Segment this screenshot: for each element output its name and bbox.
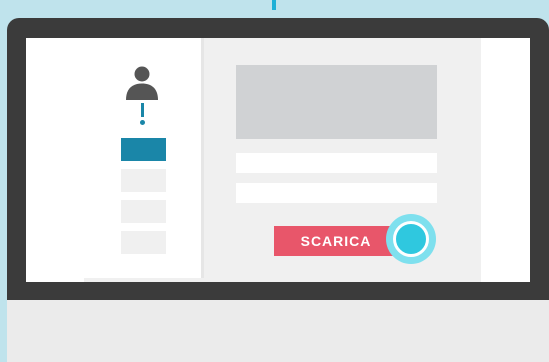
user-silhouette-icon[interactable] bbox=[124, 64, 160, 100]
text-field[interactable] bbox=[236, 183, 437, 203]
tab-notch bbox=[141, 196, 151, 200]
exclamation-dot bbox=[140, 120, 145, 125]
sidebar-item-active[interactable] bbox=[121, 134, 166, 161]
top-indicator bbox=[272, 0, 276, 10]
tab-notch bbox=[141, 227, 151, 231]
text-field[interactable] bbox=[236, 153, 437, 173]
image-placeholder bbox=[236, 65, 437, 139]
tab-notch bbox=[141, 165, 151, 169]
laptop-base bbox=[7, 300, 549, 362]
click-cursor-core bbox=[393, 221, 429, 257]
sidebar-item[interactable] bbox=[121, 165, 166, 192]
sidebar-item[interactable] bbox=[121, 196, 166, 223]
sidebar-item[interactable] bbox=[121, 227, 166, 254]
download-button[interactable]: SCARICA bbox=[274, 226, 398, 256]
tab-notch bbox=[141, 134, 151, 138]
exclamation-icon bbox=[141, 103, 144, 117]
